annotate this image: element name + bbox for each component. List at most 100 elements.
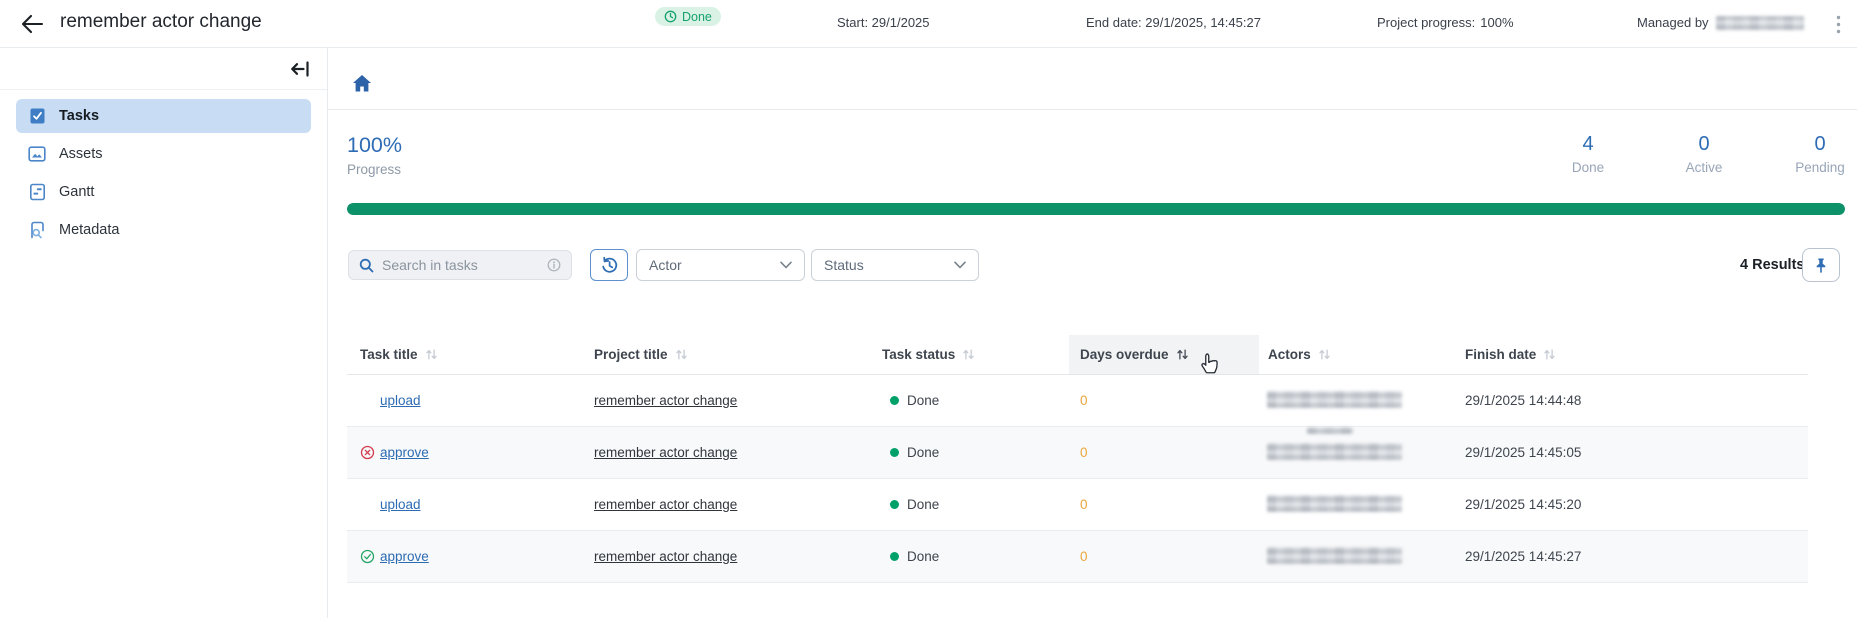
task-status: Done bbox=[907, 445, 939, 460]
task-title-link[interactable]: upload bbox=[380, 393, 421, 408]
end-date-label: End date: 29/1/2025, 14:45:27 bbox=[1086, 15, 1261, 30]
days-overdue-value: 0 bbox=[1080, 497, 1088, 512]
status-dot-green bbox=[890, 396, 899, 405]
page-title: remember actor change bbox=[60, 11, 262, 33]
task-title-link[interactable]: approve bbox=[380, 549, 429, 564]
results-count: 4 Results bbox=[1740, 257, 1804, 273]
error-circle-icon bbox=[360, 445, 380, 460]
clock-icon bbox=[664, 10, 677, 23]
tasks-table: Task title Project title Task status Day… bbox=[347, 335, 1808, 583]
finish-date: 29/1/2025 14:45:20 bbox=[1455, 497, 1808, 512]
status-dot-green bbox=[890, 500, 899, 509]
task-status: Done bbox=[907, 549, 939, 564]
project-title-link[interactable]: remember actor change bbox=[594, 445, 737, 460]
gantt-doc-icon bbox=[28, 183, 46, 201]
chevron-down-icon bbox=[954, 261, 966, 269]
actor-redacted-name bbox=[1267, 391, 1402, 408]
finish-date: 29/1/2025 14:45:05 bbox=[1455, 445, 1808, 460]
column-header-finish-date[interactable]: Finish date bbox=[1455, 335, 1808, 374]
column-header-task-title[interactable]: Task title bbox=[347, 335, 594, 374]
search-history-button[interactable] bbox=[590, 249, 628, 281]
history-icon bbox=[600, 256, 619, 275]
collapse-sidebar-icon[interactable] bbox=[289, 59, 311, 79]
table-row: upload remember actor change Done 0 29/1… bbox=[347, 479, 1808, 531]
stat-active-value: 0 bbox=[1670, 133, 1738, 156]
search-box bbox=[348, 250, 572, 280]
sidebar: Tasks Assets Gantt Metadata bbox=[0, 48, 328, 618]
task-title-link[interactable]: approve bbox=[380, 445, 429, 460]
table-row: upload remember actor change Done 0 29/1… bbox=[347, 375, 1808, 427]
stat-active: 0 Active bbox=[1670, 133, 1738, 175]
project-title-link[interactable]: remember actor change bbox=[594, 393, 737, 408]
sidebar-item-metadata[interactable]: Metadata bbox=[16, 213, 311, 247]
sidebar-item-label: Tasks bbox=[59, 108, 99, 124]
finish-date: 29/1/2025 14:45:27 bbox=[1455, 549, 1808, 564]
sort-icon[interactable] bbox=[675, 348, 688, 361]
kebab-menu-icon[interactable] bbox=[1836, 15, 1844, 33]
sidebar-nav: Tasks Assets Gantt Metadata bbox=[0, 90, 327, 247]
sort-icon[interactable] bbox=[1318, 348, 1331, 361]
back-arrow-icon[interactable] bbox=[20, 13, 44, 35]
table-row: approve remember actor change Done 0 29/… bbox=[347, 531, 1808, 583]
days-overdue-value: 0 bbox=[1080, 549, 1088, 564]
status-badge: Done bbox=[655, 7, 721, 26]
sort-icon[interactable] bbox=[962, 348, 975, 361]
sidebar-item-label: Assets bbox=[59, 146, 103, 162]
column-header-actors[interactable]: Actors bbox=[1259, 335, 1455, 374]
progress-bar-fill bbox=[347, 203, 1845, 215]
stat-done: 4 Done bbox=[1554, 133, 1622, 175]
status-filter-dropdown[interactable]: Status bbox=[811, 249, 979, 281]
chevron-down-icon bbox=[780, 261, 792, 269]
home-icon[interactable] bbox=[352, 74, 372, 93]
actor-filter-label: Actor bbox=[649, 257, 682, 273]
sidebar-item-assets[interactable]: Assets bbox=[16, 137, 311, 171]
finish-date: 29/1/2025 14:44:48 bbox=[1455, 393, 1808, 408]
progress-bar bbox=[347, 203, 1845, 215]
tasks-doc-check-icon bbox=[28, 107, 46, 125]
actor-redacted-name bbox=[1307, 427, 1353, 434]
progress-percent: 100% bbox=[347, 133, 402, 158]
managed-by: Managed by bbox=[1637, 15, 1804, 30]
progress-label: Progress bbox=[347, 162, 401, 177]
sort-icon[interactable] bbox=[425, 348, 438, 361]
search-input[interactable] bbox=[382, 257, 539, 273]
column-header-task-status[interactable]: Task status bbox=[882, 335, 1069, 374]
sidebar-item-label: Metadata bbox=[59, 222, 119, 238]
days-overdue-value: 0 bbox=[1080, 393, 1088, 408]
pin-button[interactable] bbox=[1802, 248, 1840, 282]
pushpin-icon bbox=[1813, 257, 1829, 274]
project-title-link[interactable]: remember actor change bbox=[594, 497, 737, 512]
sidebar-item-gantt[interactable]: Gantt bbox=[16, 175, 311, 209]
sort-icon[interactable] bbox=[1176, 348, 1189, 361]
status-dot-green bbox=[890, 448, 899, 457]
actor-filter-dropdown[interactable]: Actor bbox=[636, 249, 805, 281]
table-row: approve remember actor change Done 0 29/… bbox=[347, 427, 1808, 479]
doc-search-icon bbox=[28, 221, 46, 239]
sidebar-header bbox=[0, 48, 327, 90]
stat-active-label: Active bbox=[1670, 160, 1738, 175]
status-dot-green bbox=[890, 552, 899, 561]
stat-pending-value: 0 bbox=[1786, 133, 1854, 156]
stat-done-label: Done bbox=[1554, 160, 1622, 175]
success-circle-icon bbox=[360, 549, 380, 564]
stat-done-value: 4 bbox=[1554, 133, 1622, 156]
main-content: 100% Progress 4 Done 0 Active 0 Pending … bbox=[328, 48, 1857, 618]
managed-by-redacted-name bbox=[1716, 16, 1804, 30]
project-progress-label: Project progress:100% bbox=[1377, 15, 1514, 30]
project-title-link[interactable]: remember actor change bbox=[594, 549, 737, 564]
actor-redacted-name bbox=[1267, 495, 1402, 512]
table-body: upload remember actor change Done 0 29/1… bbox=[347, 375, 1808, 583]
task-title-link[interactable]: upload bbox=[380, 497, 421, 512]
sidebar-item-tasks[interactable]: Tasks bbox=[16, 99, 311, 133]
task-status: Done bbox=[907, 393, 939, 408]
stat-pending-label: Pending bbox=[1786, 160, 1854, 175]
top-header-bar: remember actor change Done Start: 29/1/2… bbox=[0, 0, 1857, 48]
table-header-row: Task title Project title Task status Day… bbox=[347, 335, 1808, 375]
sort-icon[interactable] bbox=[1543, 348, 1556, 361]
start-date-label: Start: 29/1/2025 bbox=[837, 15, 930, 30]
column-header-project-title[interactable]: Project title bbox=[594, 335, 882, 374]
column-header-days-overdue[interactable]: Days overdue bbox=[1069, 335, 1259, 374]
sidebar-item-label: Gantt bbox=[59, 184, 94, 200]
task-status: Done bbox=[907, 497, 939, 512]
stat-pending: 0 Pending bbox=[1786, 133, 1854, 175]
